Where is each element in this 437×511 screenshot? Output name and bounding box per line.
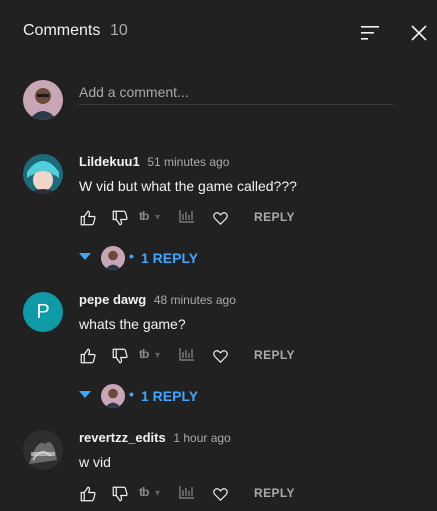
thumbs-up-icon [80,210,96,226]
replies-count-label: 1 REPLY [141,250,199,266]
commenter-avatar[interactable]: P [23,292,63,332]
sort-button[interactable] [358,21,382,45]
comment-actions: tb ▾ REPLY [79,206,409,230]
sort-icon [361,26,379,40]
heart-icon [213,487,228,501]
extension-tb-icon[interactable]: tb [139,485,149,499]
comment-timestamp[interactable]: 48 minutes ago [154,293,236,307]
like-button[interactable] [79,482,97,506]
heart-icon [213,211,228,225]
comment-text: whats the game? [79,316,186,332]
thumbs-down-icon [112,348,128,364]
dislike-button[interactable] [111,344,129,368]
dislike-button[interactable] [111,482,129,506]
comment-timestamp[interactable]: 51 minutes ago [147,155,229,169]
comment-author-name: revertzz_edits [79,430,166,445]
comment-author-name: Lildekuu1 [79,154,140,169]
avatar-letter: P [36,300,50,323]
heart-button[interactable] [212,344,229,368]
comment-actions: tb ▾ REPLY [79,482,409,506]
thumbs-down-icon [112,210,128,226]
comment-item: P pepe dawg 48 minutes ago whats the gam… [0,290,437,420]
extension-tb-icon[interactable]: tb [139,209,149,223]
comment-timestamp[interactable]: 1 hour ago [173,431,230,445]
view-replies-toggle[interactable]: • 1 REPLY [79,244,239,272]
stats-bars-icon[interactable] [178,345,196,363]
heart-button[interactable] [212,482,229,506]
expand-arrow-icon [79,391,91,398]
extension-arrow-icon: ▾ [155,350,161,361]
comment-author[interactable]: Lildekuu1 51 minutes ago [79,154,229,169]
comment-author[interactable]: revertzz_edits 1 hour ago [79,430,231,445]
reply-author-avatar [101,384,125,408]
heart-button[interactable] [212,206,229,230]
reply-button[interactable]: REPLY [254,210,295,224]
close-icon [411,25,427,41]
replies-dot: • [129,248,134,264]
reply-button[interactable]: REPLY [254,486,295,500]
thumbs-down-icon [112,486,128,502]
commenter-avatar[interactable] [23,154,63,194]
thumbs-up-icon [80,486,96,502]
stats-bars-icon[interactable] [178,483,196,501]
comment-actions: tb ▾ REPLY [79,344,409,368]
add-comment-input[interactable] [79,80,393,105]
dislike-button[interactable] [111,206,129,230]
comments-count: 10 [110,22,128,39]
comment-author-name: pepe dawg [79,292,147,307]
heart-icon [213,349,228,363]
comment-text: W vid but what the game called??? [79,178,297,194]
comment-text: w vid [79,454,111,470]
comment-item: Lildekuu1 51 minutes ago W vid but what … [0,152,437,282]
extension-arrow-icon: ▾ [155,488,161,499]
comment-author[interactable]: pepe dawg 48 minutes ago [79,292,236,307]
view-replies-toggle[interactable]: • 1 REPLY [79,382,239,410]
comment-item: revertzz_edits 1 hour ago w vid tb ▾ REP… [0,428,437,511]
extension-arrow-icon: ▾ [155,212,161,223]
user-avatar [23,80,63,120]
replies-count-label: 1 REPLY [141,388,199,404]
comments-header: Comments 10 [0,0,437,62]
expand-arrow-icon [79,253,91,260]
like-button[interactable] [79,206,97,230]
reply-button[interactable]: REPLY [254,348,295,362]
stats-bars-icon[interactable] [178,207,196,225]
add-comment-row [0,78,437,124]
replies-dot: • [129,386,134,402]
thumbs-up-icon [80,348,96,364]
extension-tb-icon[interactable]: tb [139,347,149,361]
close-button[interactable] [407,21,431,45]
like-button[interactable] [79,344,97,368]
commenter-avatar[interactable] [23,430,63,470]
reply-author-avatar [101,246,125,270]
comments-title: Comments [23,22,101,39]
